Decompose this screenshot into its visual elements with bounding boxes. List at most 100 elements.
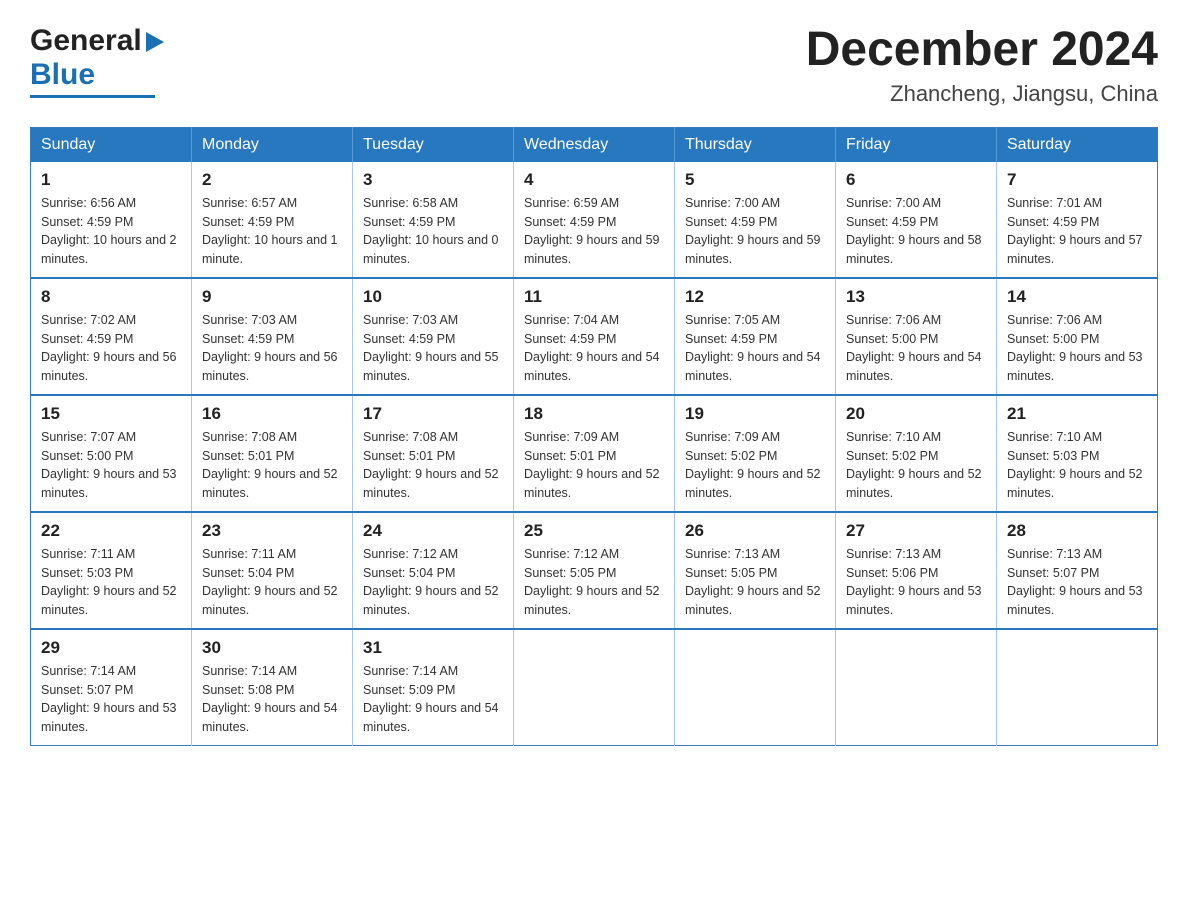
day-number: 31	[363, 638, 503, 658]
day-number: 21	[1007, 404, 1147, 424]
header-monday: Monday	[192, 127, 353, 162]
table-row: 22 Sunrise: 7:11 AMSunset: 5:03 PMDayligh…	[31, 512, 192, 629]
day-info: Sunrise: 7:13 AMSunset: 5:05 PMDaylight:…	[685, 545, 825, 620]
day-info: Sunrise: 7:09 AMSunset: 5:02 PMDaylight:…	[685, 428, 825, 503]
table-row: 23Sunrise: 7:11 AMSunset: 5:04 PMDayligh…	[192, 512, 353, 629]
table-row	[836, 629, 997, 746]
day-number: 7	[1007, 170, 1147, 190]
day-number: 18	[524, 404, 664, 424]
day-number: 15	[41, 404, 181, 424]
day-info: Sunrise: 6:56 AMSunset: 4:59 PMDaylight:…	[41, 194, 181, 269]
table-row: 30 Sunrise: 7:14 AMSunset: 5:08 PMDayligh…	[192, 629, 353, 746]
day-number: 27	[846, 521, 986, 541]
day-info: Sunrise: 7:03 AMSunset: 4:59 PMDaylight:…	[202, 311, 342, 386]
calendar-title: December 2024 Zhancheng, Jiangsu, China	[806, 24, 1158, 107]
day-number: 26	[685, 521, 825, 541]
table-row: 13Sunrise: 7:06 AMSunset: 5:00 PMDayligh…	[836, 278, 997, 395]
day-number: 20	[846, 404, 986, 424]
day-info: Sunrise: 7:14 AMSunset: 5:07 PMDaylight:…	[41, 662, 181, 737]
day-info: Sunrise: 7:08 AMSunset: 5:01 PMDaylight:…	[202, 428, 342, 503]
logo-underline	[30, 95, 155, 98]
day-info: Sunrise: 6:58 AMSunset: 4:59 PMDaylight:…	[363, 194, 503, 269]
day-info: Sunrise: 7:10 AMSunset: 5:02 PMDaylight:…	[846, 428, 986, 503]
table-row: 19 Sunrise: 7:09 AMSunset: 5:02 PMDayligh…	[675, 395, 836, 512]
day-info: Sunrise: 7:00 AMSunset: 4:59 PMDaylight:…	[685, 194, 825, 269]
day-info: Sunrise: 7:11 AMSunset: 5:03 PMDaylight:…	[41, 545, 181, 620]
logo-triangle-icon	[146, 32, 164, 57]
day-info: Sunrise: 7:13 AMSunset: 5:06 PMDaylight:…	[846, 545, 986, 620]
table-row: 10 Sunrise: 7:03 AMSunset: 4:59 PMDayligh…	[353, 278, 514, 395]
table-row: 20 Sunrise: 7:10 AMSunset: 5:02 PMDayligh…	[836, 395, 997, 512]
header-friday: Friday	[836, 127, 997, 162]
table-row: 12Sunrise: 7:05 AMSunset: 4:59 PMDayligh…	[675, 278, 836, 395]
calendar-week-row: 22 Sunrise: 7:11 AMSunset: 5:03 PMDayligh…	[31, 512, 1158, 629]
table-row: 3 Sunrise: 6:58 AMSunset: 4:59 PMDaylight…	[353, 162, 514, 278]
day-number: 6	[846, 170, 986, 190]
table-row: 4Sunrise: 6:59 AMSunset: 4:59 PMDaylight…	[514, 162, 675, 278]
table-row: 27 Sunrise: 7:13 AMSunset: 5:06 PMDayligh…	[836, 512, 997, 629]
day-number: 25	[524, 521, 664, 541]
table-row	[997, 629, 1158, 746]
day-info: Sunrise: 7:09 AMSunset: 5:01 PMDaylight:…	[524, 428, 664, 503]
day-info: Sunrise: 6:59 AMSunset: 4:59 PMDaylight:…	[524, 194, 664, 269]
header-wednesday: Wednesday	[514, 127, 675, 162]
table-row: 5 Sunrise: 7:00 AMSunset: 4:59 PMDaylight…	[675, 162, 836, 278]
day-info: Sunrise: 7:07 AMSunset: 5:00 PMDaylight:…	[41, 428, 181, 503]
table-row	[675, 629, 836, 746]
day-info: Sunrise: 6:57 AMSunset: 4:59 PMDaylight:…	[202, 194, 342, 269]
day-number: 5	[685, 170, 825, 190]
day-info: Sunrise: 7:01 AMSunset: 4:59 PMDaylight:…	[1007, 194, 1147, 269]
day-number: 22	[41, 521, 181, 541]
table-row: 2 Sunrise: 6:57 AMSunset: 4:59 PMDaylight…	[192, 162, 353, 278]
day-info: Sunrise: 7:04 AMSunset: 4:59 PMDaylight:…	[524, 311, 664, 386]
table-row: 28 Sunrise: 7:13 AMSunset: 5:07 PMDayligh…	[997, 512, 1158, 629]
table-row: 15 Sunrise: 7:07 AMSunset: 5:00 PMDayligh…	[31, 395, 192, 512]
day-number: 28	[1007, 521, 1147, 541]
table-row: 11 Sunrise: 7:04 AMSunset: 4:59 PMDayligh…	[514, 278, 675, 395]
day-number: 24	[363, 521, 503, 541]
day-number: 30	[202, 638, 342, 658]
day-number: 3	[363, 170, 503, 190]
table-row: 31 Sunrise: 7:14 AMSunset: 5:09 PMDayligh…	[353, 629, 514, 746]
table-row: 21Sunrise: 7:10 AMSunset: 5:03 PMDayligh…	[997, 395, 1158, 512]
day-number: 19	[685, 404, 825, 424]
table-row: 16 Sunrise: 7:08 AMSunset: 5:01 PMDayligh…	[192, 395, 353, 512]
table-row: 25 Sunrise: 7:12 AMSunset: 5:05 PMDayligh…	[514, 512, 675, 629]
header-sunday: Sunday	[31, 127, 192, 162]
day-info: Sunrise: 7:12 AMSunset: 5:04 PMDaylight:…	[363, 545, 503, 620]
day-info: Sunrise: 7:14 AMSunset: 5:09 PMDaylight:…	[363, 662, 503, 737]
day-info: Sunrise: 7:13 AMSunset: 5:07 PMDaylight:…	[1007, 545, 1147, 620]
calendar-table: Sunday Monday Tuesday Wednesday Thursday…	[30, 127, 1158, 746]
day-number: 23	[202, 521, 342, 541]
calendar-week-row: 1Sunrise: 6:56 AMSunset: 4:59 PMDaylight…	[31, 162, 1158, 278]
header-thursday: Thursday	[675, 127, 836, 162]
calendar-week-row: 15 Sunrise: 7:07 AMSunset: 5:00 PMDayligh…	[31, 395, 1158, 512]
calendar-header-row: Sunday Monday Tuesday Wednesday Thursday…	[31, 127, 1158, 162]
day-info: Sunrise: 7:14 AMSunset: 5:08 PMDaylight:…	[202, 662, 342, 737]
table-row: 17 Sunrise: 7:08 AMSunset: 5:01 PMDayligh…	[353, 395, 514, 512]
table-row: 9Sunrise: 7:03 AMSunset: 4:59 PMDaylight…	[192, 278, 353, 395]
day-info: Sunrise: 7:06 AMSunset: 5:00 PMDaylight:…	[1007, 311, 1147, 386]
day-info: Sunrise: 7:00 AMSunset: 4:59 PMDaylight:…	[846, 194, 986, 269]
day-number: 10	[363, 287, 503, 307]
table-row: 18 Sunrise: 7:09 AMSunset: 5:01 PMDayligh…	[514, 395, 675, 512]
day-info: Sunrise: 7:12 AMSunset: 5:05 PMDaylight:…	[524, 545, 664, 620]
table-row: 26 Sunrise: 7:13 AMSunset: 5:05 PMDayligh…	[675, 512, 836, 629]
day-info: Sunrise: 7:08 AMSunset: 5:01 PMDaylight:…	[363, 428, 503, 503]
table-row: 6 Sunrise: 7:00 AMSunset: 4:59 PMDaylight…	[836, 162, 997, 278]
day-info: Sunrise: 7:05 AMSunset: 4:59 PMDaylight:…	[685, 311, 825, 386]
table-row: 14Sunrise: 7:06 AMSunset: 5:00 PMDayligh…	[997, 278, 1158, 395]
calendar-week-row: 29Sunrise: 7:14 AMSunset: 5:07 PMDayligh…	[31, 629, 1158, 746]
day-number: 17	[363, 404, 503, 424]
month-year-title: December 2024	[806, 24, 1158, 77]
table-row: 8Sunrise: 7:02 AMSunset: 4:59 PMDaylight…	[31, 278, 192, 395]
table-row	[514, 629, 675, 746]
table-row: 29Sunrise: 7:14 AMSunset: 5:07 PMDayligh…	[31, 629, 192, 746]
day-number: 16	[202, 404, 342, 424]
day-info: Sunrise: 7:03 AMSunset: 4:59 PMDaylight:…	[363, 311, 503, 386]
table-row: 7 Sunrise: 7:01 AMSunset: 4:59 PMDaylight…	[997, 162, 1158, 278]
header-saturday: Saturday	[997, 127, 1158, 162]
day-number: 11	[524, 287, 664, 307]
logo-blue-text: Blue	[30, 58, 95, 91]
day-number: 2	[202, 170, 342, 190]
